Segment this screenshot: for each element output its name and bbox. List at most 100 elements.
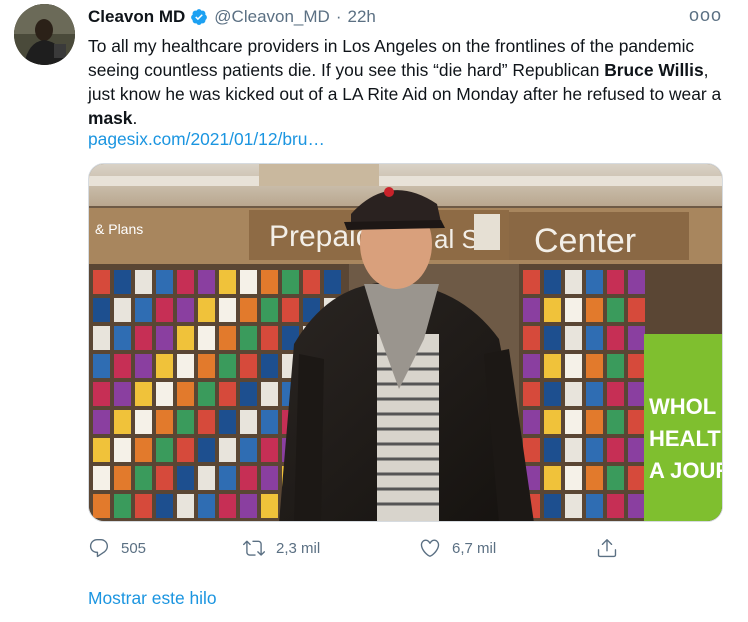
gift-card: [586, 466, 603, 490]
like-icon: [420, 539, 440, 557]
gift-card: [565, 494, 582, 518]
author-name[interactable]: Cleavon MD: [88, 7, 185, 27]
gift-card: [135, 298, 152, 322]
gift-card: [586, 270, 603, 294]
gift-card: [586, 410, 603, 434]
author-handle[interactable]: @Cleavon_MD: [214, 7, 330, 27]
gift-card: [565, 354, 582, 378]
gift-card: [523, 270, 540, 294]
gift-card: [177, 326, 194, 350]
gift-card: [177, 298, 194, 322]
gift-card: [523, 438, 540, 462]
separator-dot: ·: [335, 7, 342, 26]
gift-card: [628, 494, 645, 518]
gift-card: [523, 326, 540, 350]
gift-card: [628, 438, 645, 462]
gift-card: [607, 466, 624, 490]
gift-card: [240, 410, 257, 434]
gift-card: [565, 326, 582, 350]
ad-line-3: A JOUR: [649, 458, 723, 483]
share-button[interactable]: [596, 537, 629, 559]
gift-card: [135, 270, 152, 294]
gift-card: [219, 466, 236, 490]
gift-card: [177, 494, 194, 518]
gift-card: [544, 382, 561, 406]
gift-card: [114, 270, 131, 294]
gift-card: [240, 354, 257, 378]
gift-card: [93, 270, 110, 294]
gift-card: [523, 382, 540, 406]
gift-card: [93, 466, 110, 490]
gift-card: [240, 466, 257, 490]
gift-card: [135, 438, 152, 462]
gift-card: [240, 270, 257, 294]
gift-card: [198, 494, 215, 518]
gift-card: [177, 438, 194, 462]
gift-card: [544, 326, 561, 350]
gift-card: [261, 326, 278, 350]
gift-card: [93, 298, 110, 322]
tweet-timestamp[interactable]: 22h: [348, 7, 376, 27]
gift-card: [586, 494, 603, 518]
share-icon: [597, 539, 617, 558]
gift-card: [93, 438, 110, 462]
gift-card: [156, 326, 173, 350]
gift-card: [156, 410, 173, 434]
gift-card: [261, 382, 278, 406]
gift-card: [93, 410, 110, 434]
reply-count: 505: [121, 539, 147, 557]
ad-line-1: WHOL: [649, 394, 716, 419]
gift-card: [607, 382, 624, 406]
gift-card: [93, 494, 110, 518]
gift-card: [261, 466, 278, 490]
gift-card: [261, 270, 278, 294]
show-thread-link[interactable]: Mostrar este hilo: [88, 588, 217, 609]
verified-badge-icon: [191, 9, 208, 25]
gift-card: [219, 494, 236, 518]
gift-card: [628, 298, 645, 322]
gift-card: [219, 382, 236, 406]
gift-card: [177, 270, 194, 294]
gift-card: [135, 494, 152, 518]
small-sign: & Plans: [95, 221, 143, 237]
gift-card: [607, 354, 624, 378]
retweet-button[interactable]: 2,3 mil: [243, 537, 320, 559]
gift-card: [544, 354, 561, 378]
gift-card: [240, 494, 257, 518]
gift-card: [114, 494, 131, 518]
gift-card: [523, 298, 540, 322]
tweet-text: To all my healthcare providers in Los An…: [88, 34, 728, 130]
gift-card: [607, 326, 624, 350]
like-button[interactable]: 6,7 mil: [419, 537, 496, 559]
gift-card: [156, 438, 173, 462]
gift-card: [544, 270, 561, 294]
gift-card: [219, 270, 236, 294]
reply-button[interactable]: 505: [88, 537, 146, 559]
gift-card: [156, 354, 173, 378]
tweet-photo[interactable]: & Plans Prepaid Ca al Se Center WHOL HEA…: [88, 163, 723, 522]
gift-card: [219, 354, 236, 378]
gift-card: [156, 494, 173, 518]
author-avatar[interactable]: [14, 4, 75, 65]
gift-card: [93, 354, 110, 378]
gift-card: [586, 298, 603, 322]
gift-card: [114, 326, 131, 350]
gift-card: [240, 438, 257, 462]
gift-card: [607, 494, 624, 518]
gift-card: [93, 326, 110, 350]
gift-card: [628, 270, 645, 294]
gift-card: [586, 326, 603, 350]
gift-card: [177, 466, 194, 490]
article-link[interactable]: pagesix.com/2021/01/12/bru…: [88, 129, 325, 150]
gift-card: [324, 270, 341, 294]
gift-card: [114, 298, 131, 322]
gift-card: [156, 382, 173, 406]
more-options-icon[interactable]: ooo: [689, 5, 722, 26]
gift-card: [135, 410, 152, 434]
gift-card: [544, 466, 561, 490]
gift-card: [565, 382, 582, 406]
gift-card: [261, 438, 278, 462]
gift-card: [607, 298, 624, 322]
gift-card: [282, 298, 299, 322]
gift-card: [607, 270, 624, 294]
